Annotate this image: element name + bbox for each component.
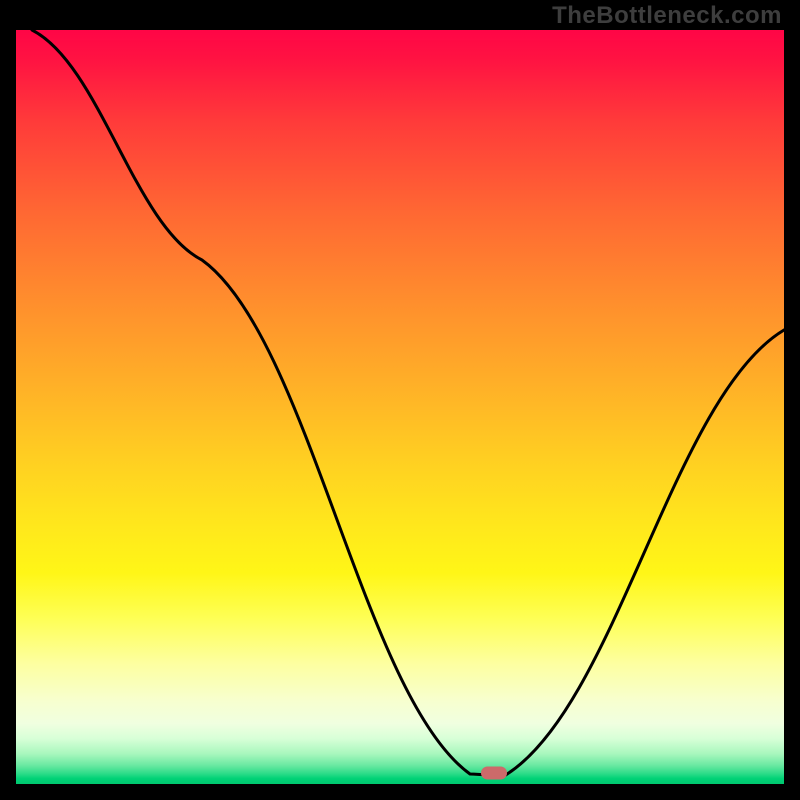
optimum-marker xyxy=(481,767,507,780)
bottleneck-curve xyxy=(32,30,784,776)
watermark-text: TheBottleneck.com xyxy=(552,2,782,30)
chart-frame: TheBottleneck.com xyxy=(0,0,800,800)
curve-svg xyxy=(16,30,784,784)
plot-area xyxy=(16,30,784,784)
